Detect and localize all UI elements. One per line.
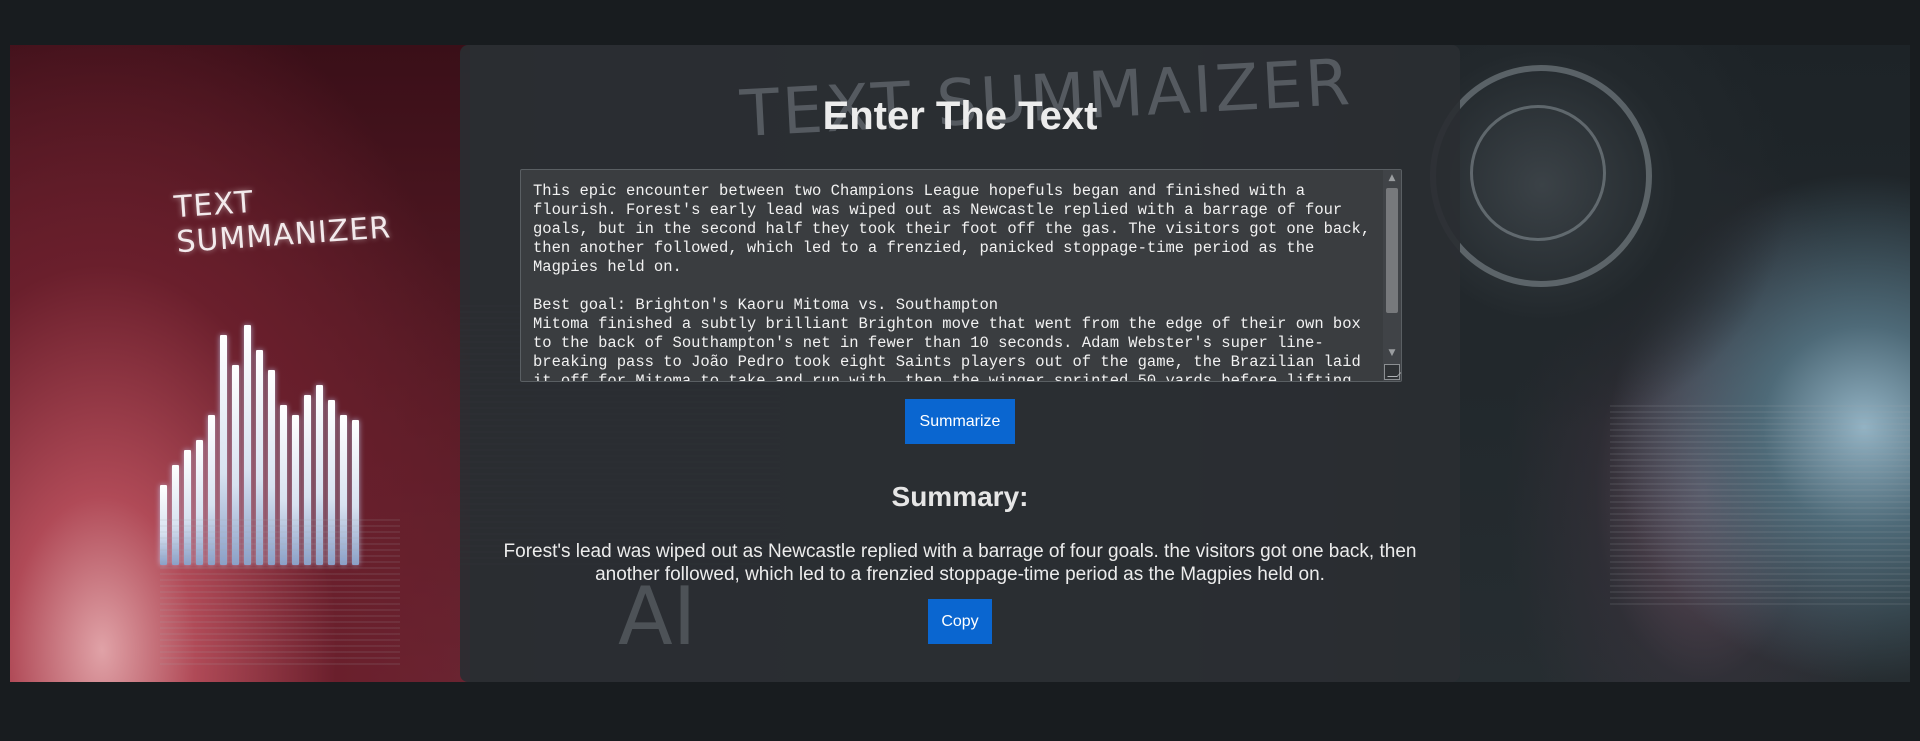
- page-title: Enter The Text: [822, 94, 1098, 138]
- background-texture: [160, 515, 400, 665]
- text-input[interactable]: This epic encounter between two Champion…: [521, 170, 1383, 381]
- summary-heading: Summary:: [891, 481, 1029, 512]
- background-left-title: TEXT SUMMANIZER: [172, 184, 393, 261]
- summary-text: Forest's lead was wiped out as Newcastle…: [503, 541, 1417, 585]
- background-streak-texture: [1610, 405, 1910, 605]
- background-left-image: TEXT SUMMANIZER: [10, 45, 470, 682]
- scroll-thumb[interactable]: [1386, 188, 1398, 313]
- resize-grip-icon[interactable]: [1384, 364, 1400, 380]
- scroll-down-arrow-icon[interactable]: ▼: [1383, 345, 1401, 361]
- scroll-up-arrow-icon[interactable]: ▲: [1383, 170, 1401, 186]
- text-input-container: This epic encounter between two Champion…: [520, 169, 1402, 382]
- copy-button[interactable]: Copy: [928, 599, 992, 644]
- summarize-button[interactable]: Summarize: [905, 399, 1015, 444]
- background-dial-inner: [1470, 105, 1606, 241]
- text-input-scrollbar[interactable]: ▲ ▼: [1383, 170, 1401, 381]
- background-right-image: [1430, 45, 1910, 682]
